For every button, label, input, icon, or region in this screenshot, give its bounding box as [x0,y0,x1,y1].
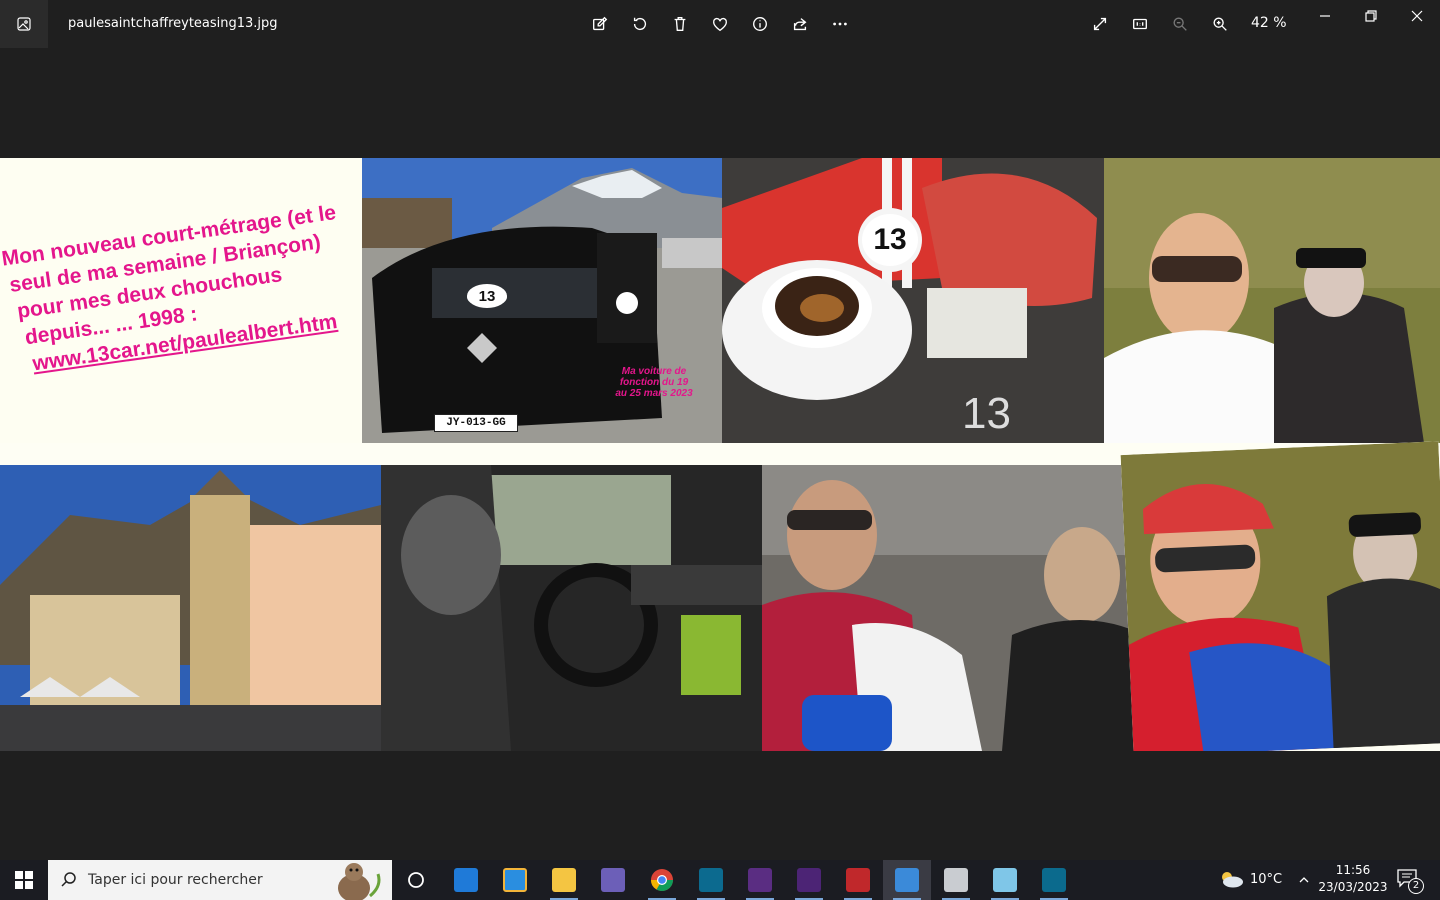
minimize-icon [1320,15,1330,17]
delete-icon[interactable] [668,12,692,36]
search-placeholder: Taper ici pour rechercher [88,872,263,888]
zoom-in-icon[interactable] [1208,12,1232,36]
store-icon[interactable] [491,860,539,900]
town-photo [0,465,381,751]
license-plate: JY-013-GG [434,414,518,432]
mug-number-badge: 13 [862,214,918,266]
promo-text: Mon nouveau court-métrage (et le seul de… [0,199,353,380]
close-button[interactable] [1394,0,1440,32]
rotate-icon[interactable] [628,12,652,36]
date: 23/03/2023 [1318,880,1388,894]
notepad-icon[interactable] [981,860,1029,900]
favorite-icon[interactable] [708,12,732,36]
close-icon [1411,10,1423,22]
coffee-cap-photo: 13 13 [722,158,1104,443]
car-selfie-photo [762,465,1144,751]
car-photo: 13 JY-013-GG Ma voiture de fonction du 1… [362,158,722,443]
zoom-out-icon[interactable] [1168,12,1192,36]
zoom-level[interactable]: 42 % [1251,15,1287,31]
actual-size-icon[interactable] [1128,12,1152,36]
file-name: paulesaintchaffreyteasing13.jpg [68,16,278,31]
fullscreen-icon[interactable] [1088,12,1112,36]
weather-widget[interactable]: 10°C [1218,870,1282,888]
chrome-icon[interactable] [638,860,686,900]
selfie-photo-outdoor [1104,158,1440,443]
car-number-badge: 13 [467,287,507,307]
svg-text:13: 13 [962,389,1011,438]
temperature: 10°C [1250,871,1283,887]
edit-icon[interactable] [588,12,612,36]
share-icon[interactable] [788,12,812,36]
windows-icon [15,871,33,889]
squirrel-icon [338,863,381,900]
notification-button[interactable]: 2 [1396,868,1424,894]
taskbar: Taper ici pour rechercher 10°C 11:56 23/… [0,860,1440,900]
promo-text-panel: Mon nouveau court-métrage (et le seul de… [0,158,362,443]
documents-icon[interactable] [932,860,980,900]
app-icon[interactable] [687,860,735,900]
time: 11:56 [1335,863,1371,877]
more-icon[interactable] [828,12,852,36]
info-icon[interactable] [748,12,772,36]
filezilla-icon[interactable] [834,860,882,900]
file-explorer-icon[interactable] [540,860,588,900]
title-bar: paulesaintchaffreyteasing13.jpg 42 % [0,0,1440,48]
restore-icon [1365,10,1377,22]
search-icon [61,872,76,887]
mail-icon[interactable] [442,860,490,900]
task-view-icon[interactable] [392,860,440,900]
search-box[interactable]: Taper ici pour rechercher [48,860,392,900]
cap-selfie-photo [1120,441,1440,751]
clock[interactable]: 11:56 23/03/2023 [1318,862,1388,896]
visual-studio-icon[interactable] [785,860,833,900]
driving-photo [381,465,762,751]
photos-icon[interactable] [883,860,931,900]
minimize-button[interactable] [1302,0,1348,32]
visual-studio-icon[interactable] [736,860,784,900]
start-button[interactable] [0,860,48,900]
photos-app-icon[interactable] [0,0,48,48]
notification-count: 2 [1408,878,1424,894]
car-caption: Ma voiture de fonction du 19 au 25 mars … [615,366,693,399]
displayed-image[interactable]: Mon nouveau court-métrage (et le seul de… [0,158,1440,751]
cloud-sun-icon [1222,872,1243,888]
app-icon[interactable] [1030,860,1078,900]
maximize-button[interactable] [1348,0,1394,32]
app-icon[interactable] [589,860,637,900]
